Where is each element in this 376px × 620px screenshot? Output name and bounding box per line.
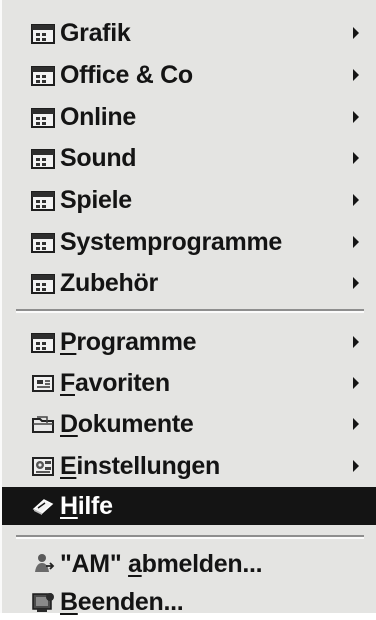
- favorites-icon: [30, 370, 56, 396]
- programs-icon: [30, 329, 56, 355]
- submenu-arrow-icon: [353, 460, 359, 472]
- menu-item-label: Grafik: [60, 18, 131, 47]
- menu-item-label: Office & Co: [60, 60, 193, 89]
- menu-item-dokumente[interactable]: Dokumente: [2, 406, 376, 442]
- menu-item-label: Einstellungen: [60, 451, 221, 480]
- documents-icon: [30, 411, 56, 437]
- submenu-arrow-icon: [353, 336, 359, 348]
- program-group-icon: [30, 104, 56, 130]
- menu-item-programme[interactable]: Programme: [2, 324, 376, 360]
- submenu-arrow-icon: [353, 236, 359, 248]
- menu-item-online[interactable]: Online: [2, 99, 376, 135]
- menu-item-abmelden[interactable]: "AM" abmelden...: [2, 546, 376, 582]
- menu-item-label: Online: [60, 102, 136, 131]
- menu-item-label: Systemprogramme: [60, 227, 282, 256]
- menu-item-label: Favoriten: [60, 368, 170, 397]
- submenu-arrow-icon: [353, 194, 359, 206]
- menu-item-label: Programme: [60, 327, 197, 356]
- menu-item-sound[interactable]: Sound: [2, 140, 376, 176]
- menu-item-office-co[interactable]: Office & Co: [2, 57, 376, 93]
- program-group-icon: [30, 20, 56, 46]
- program-group-icon: [30, 62, 56, 88]
- submenu-arrow-icon: [353, 69, 359, 81]
- menu-item-label: Sound: [60, 143, 137, 172]
- menu-item-spiele[interactable]: Spiele: [2, 182, 376, 218]
- settings-icon: [30, 453, 56, 479]
- submenu-arrow-icon: [353, 152, 359, 164]
- menu-item-label: "AM" abmelden...: [60, 549, 263, 578]
- menu-separator: [16, 535, 364, 539]
- menu-item-hilfe[interactable]: Hilfe: [2, 487, 376, 525]
- menu-item-einstellungen[interactable]: Einstellungen: [2, 448, 376, 484]
- menu-item-systemprogramme[interactable]: Systemprogramme: [2, 224, 376, 260]
- menu-item-zubehoer[interactable]: Zubehör: [2, 265, 376, 301]
- submenu-arrow-icon: [353, 111, 359, 123]
- menu-item-label: Spiele: [60, 185, 132, 214]
- menu-item-grafik[interactable]: Grafik: [2, 15, 376, 51]
- help-icon: [30, 493, 56, 519]
- program-group-icon: [30, 187, 56, 213]
- program-group-icon: [30, 229, 56, 255]
- logoff-icon: [30, 551, 56, 577]
- program-group-icon: [30, 145, 56, 171]
- shutdown-icon: [30, 589, 56, 615]
- menu-item-label: Zubehör: [60, 268, 158, 297]
- menu-item-label: Hilfe: [60, 491, 113, 520]
- submenu-arrow-icon: [353, 27, 359, 39]
- menu-item-beenden[interactable]: Beenden...: [2, 584, 376, 620]
- submenu-arrow-icon: [353, 418, 359, 430]
- menu-item-label: Dokumente: [60, 409, 194, 438]
- menu-item-favoriten[interactable]: Favoriten: [2, 365, 376, 401]
- program-group-icon: [30, 270, 56, 296]
- start-menu: Grafik Office & Co Online Sound Spiele S…: [0, 0, 376, 616]
- submenu-arrow-icon: [353, 377, 359, 389]
- menu-separator: [16, 309, 364, 313]
- submenu-arrow-icon: [353, 277, 359, 289]
- menu-item-label: Beenden...: [60, 587, 184, 616]
